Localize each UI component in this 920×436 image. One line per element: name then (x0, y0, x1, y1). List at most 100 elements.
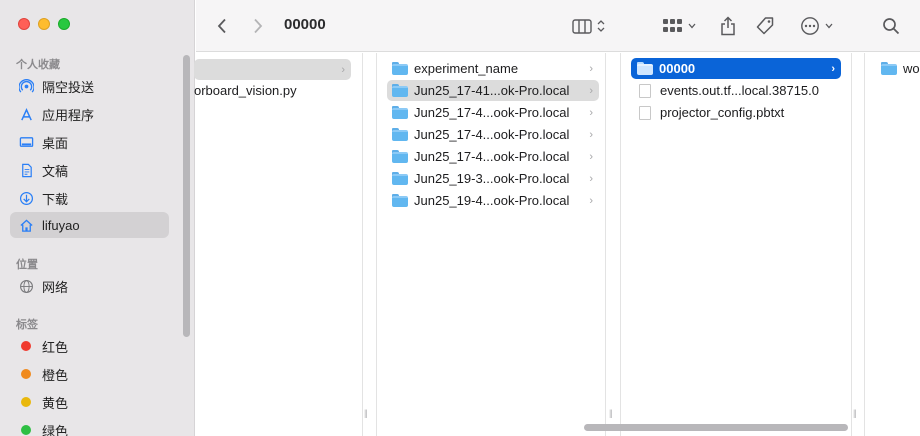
horizontal-scrollbar[interactable] (584, 424, 848, 431)
list-item[interactable]: Jun25_19-3...ook-Pro.local › (387, 168, 599, 189)
list-item[interactable]: Jun25_17-4...ook-Pro.local › (387, 124, 599, 145)
toolbar: 00000 (196, 0, 920, 52)
column-browser: › orboard_vision.py || experiment_name ›… (194, 53, 920, 436)
sidebar-item-tag-orange[interactable]: 橙色 (10, 361, 169, 387)
file-name: projector_config.pbtxt (660, 105, 785, 120)
folder-icon (881, 62, 897, 75)
sidebar-item-downloads[interactable]: 下载 (10, 185, 169, 211)
list-item[interactable]: Jun25_19-4...ook-Pro.local › (387, 190, 599, 211)
list-item[interactable]: projector_config.pbtxt (631, 102, 841, 123)
folder-name: experiment_name (414, 61, 519, 76)
list-item[interactable]: Jun25_17-4...ook-Pro.local › (387, 102, 599, 123)
folder-icon (392, 172, 408, 185)
sidebar-item-label: 应用程序 (42, 107, 95, 123)
column-resize-handle[interactable]: || (853, 408, 857, 418)
close-window-button[interactable] (18, 18, 30, 30)
sidebar-item-tag-green[interactable]: 绿色 (10, 417, 169, 436)
sidebar-item-documents[interactable]: 文稿 (10, 157, 169, 183)
sidebar-item-label: 网络 (42, 279, 69, 295)
file-icon (639, 83, 651, 98)
share-icon (721, 16, 735, 36)
sidebar-item-applications[interactable]: 应用程序 (10, 101, 169, 127)
column-resize-handle[interactable]: || (364, 408, 368, 418)
tag-button[interactable] (753, 13, 777, 39)
folder-name: Jun25_19-3...ook-Pro.local (414, 171, 570, 186)
desktop-icon (18, 134, 34, 150)
network-icon (18, 278, 34, 294)
chevron-updown-icon (597, 20, 604, 32)
sidebar-item-tag-red[interactable]: 红色 (10, 333, 169, 359)
downloads-icon (18, 190, 34, 206)
locations-header: 位置 (16, 259, 38, 271)
folder-icon (392, 106, 408, 119)
sidebar-item-label: 绿色 (42, 423, 69, 436)
folder-name: Jun25_19-4...ook-Pro.local (414, 193, 570, 208)
home-icon (18, 217, 34, 233)
zoom-window-button[interactable] (58, 18, 70, 30)
chevron-right-icon: › (589, 172, 593, 185)
list-item[interactable]: experiment_name › (387, 58, 599, 79)
yellow-tag-icon (21, 397, 31, 407)
chevron-right-icon: › (589, 128, 593, 141)
folder-icon (392, 128, 408, 141)
sidebar: 个人收藏 隔空投送 应用程序 桌面 文稿 下载 lifuyao 位置 网络 标签… (0, 0, 195, 436)
folder-icon (392, 194, 408, 207)
minimize-window-button[interactable] (38, 18, 50, 30)
ellipsis-circle-icon (800, 17, 819, 35)
favorites-header: 个人收藏 (16, 59, 60, 71)
sidebar-item-network[interactable]: 网络 (10, 273, 169, 299)
back-button[interactable] (212, 13, 232, 39)
sidebar-item-airdrop[interactable]: 隔空投送 (10, 73, 169, 99)
list-item[interactable]: › (194, 59, 351, 80)
chevron-right-icon: › (589, 194, 593, 207)
tag-icon (756, 17, 774, 35)
sidebar-item-label: 文稿 (42, 163, 69, 179)
airdrop-icon (18, 78, 34, 94)
sidebar-item-home[interactable]: lifuyao (10, 212, 169, 238)
orange-tag-icon (21, 369, 31, 379)
chevron-right-icon: › (589, 62, 593, 75)
chevron-left-icon (217, 18, 226, 34)
folder-name: wo (903, 61, 920, 76)
more-actions-button[interactable] (796, 13, 836, 39)
sidebar-item-label: 隔空投送 (42, 79, 95, 95)
folder-icon (392, 62, 408, 75)
view-mode-button[interactable] (567, 13, 609, 39)
column-2: experiment_name › Jun25_17-41...ok-Pro.l… (376, 53, 613, 436)
file-name: orboard_vision.py (194, 83, 297, 98)
column-resize-handle[interactable]: || (609, 408, 613, 418)
folder-icon (637, 62, 653, 75)
sidebar-item-label: 桌面 (42, 135, 69, 151)
chevron-down-icon (825, 23, 832, 29)
folder-name: Jun25_17-41...ok-Pro.local (414, 83, 570, 98)
sidebar-item-desktop[interactable]: 桌面 (10, 129, 169, 155)
sidebar-scrollbar[interactable] (183, 55, 190, 337)
list-item[interactable]: Jun25_17-41...ok-Pro.local › (387, 80, 599, 101)
chevron-right-icon: › (589, 84, 593, 97)
list-item[interactable]: events.out.tf...local.38715.0 (631, 80, 841, 101)
column-1: › orboard_vision.py || (194, 53, 368, 436)
list-item[interactable]: Jun25_17-4...ook-Pro.local › (387, 146, 599, 167)
documents-icon (18, 162, 34, 178)
share-button[interactable] (717, 13, 739, 39)
forward-button[interactable] (248, 13, 268, 39)
chevron-down-icon (688, 23, 695, 29)
folder-name: 00000 (659, 61, 696, 76)
chevron-right-icon: › (341, 63, 345, 76)
window-controls (18, 18, 70, 30)
file-icon (639, 105, 651, 120)
green-tag-icon (21, 425, 31, 435)
search-button[interactable] (880, 13, 902, 39)
chevron-right-icon (254, 18, 263, 34)
list-item[interactable]: 00000 › (631, 58, 841, 79)
folder-icon (392, 150, 408, 163)
list-item[interactable]: orboard_vision.py (194, 80, 351, 101)
tags-header: 标签 (16, 319, 38, 331)
group-button[interactable] (660, 13, 698, 39)
list-item[interactable]: wo (881, 58, 920, 79)
window-title: 00000 (284, 16, 326, 33)
column-view-icon (571, 18, 592, 34)
sidebar-item-label: 红色 (42, 339, 69, 355)
sidebar-item-tag-yellow[interactable]: 黄色 (10, 389, 169, 415)
folder-icon (392, 84, 408, 97)
